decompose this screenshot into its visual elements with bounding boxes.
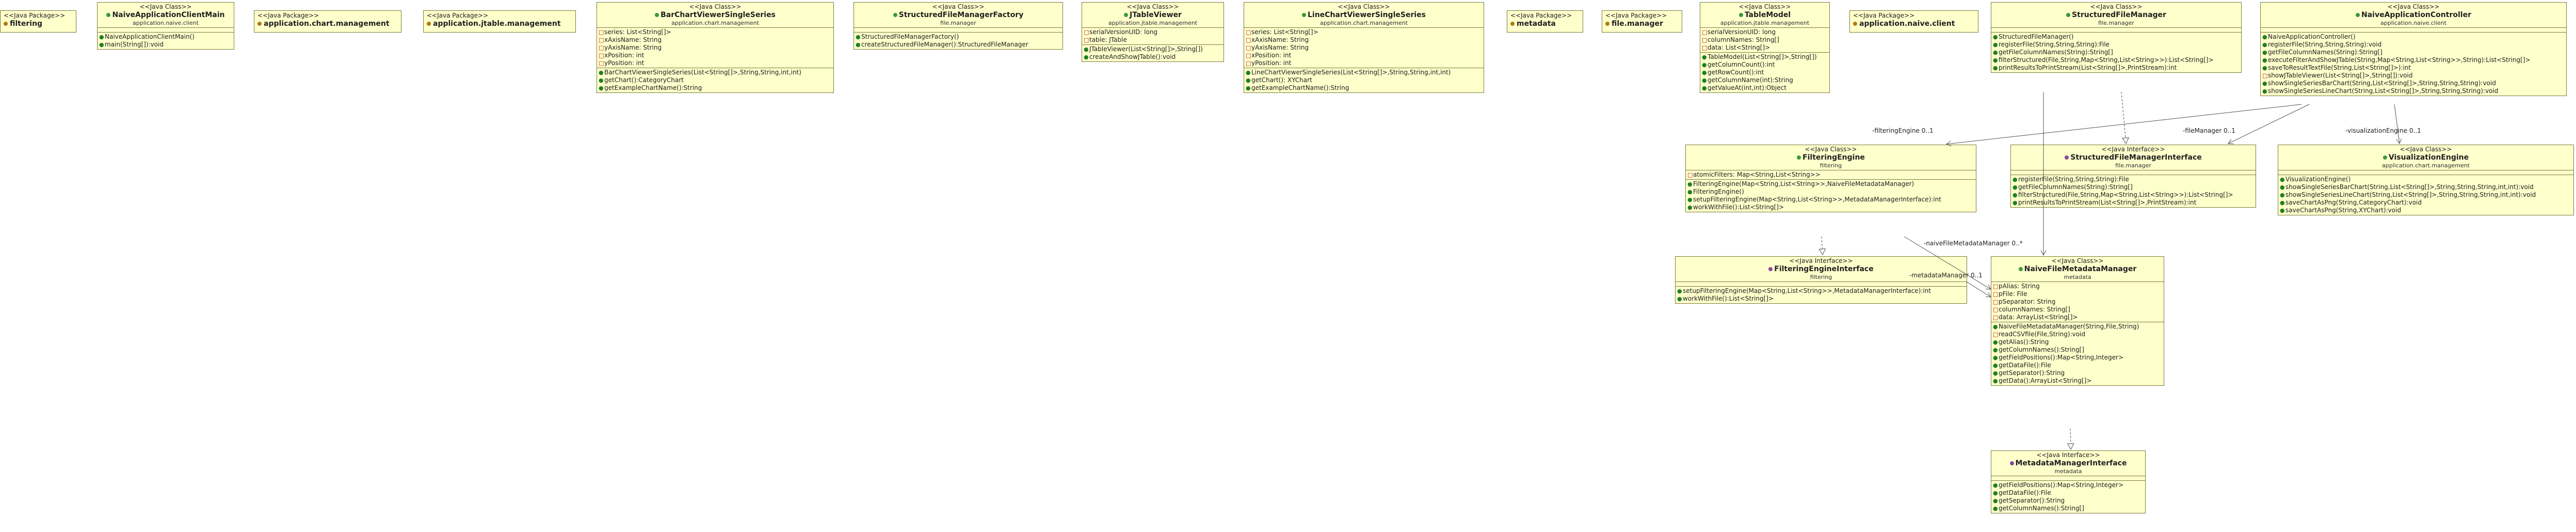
edge-label-naivefilemetadatamanager: -naiveFileMetadataManager 0..* xyxy=(1924,240,2023,247)
assoc-nac-vizengine xyxy=(2394,104,2402,145)
edge-label-metadatamanager: -metadataManager 0..1 xyxy=(1909,272,1983,279)
edge-label-filteringengine: -filteringEngine 0..1 xyxy=(1872,127,1934,134)
edge-label-visualizationengine: -visualizationEngine 0..1 xyxy=(2345,127,2421,134)
realize-nfmm-mmi xyxy=(2067,428,2074,450)
assoc-nac-sfmi xyxy=(2228,104,2310,145)
edge-label-filemanager: -fileManager 0..1 xyxy=(2183,127,2235,134)
uml-class-diagram: <<Java Package>> filtering <<Java Package>… xyxy=(0,0,2576,532)
relationship-edges xyxy=(1818,91,2402,450)
realize-sfm-sfmi xyxy=(2121,91,2129,145)
assoc-nac-filteringengine xyxy=(1945,104,2302,147)
assoc-fei-mmi xyxy=(1966,281,1991,298)
realize-filteringengine-fei xyxy=(1818,236,1826,256)
